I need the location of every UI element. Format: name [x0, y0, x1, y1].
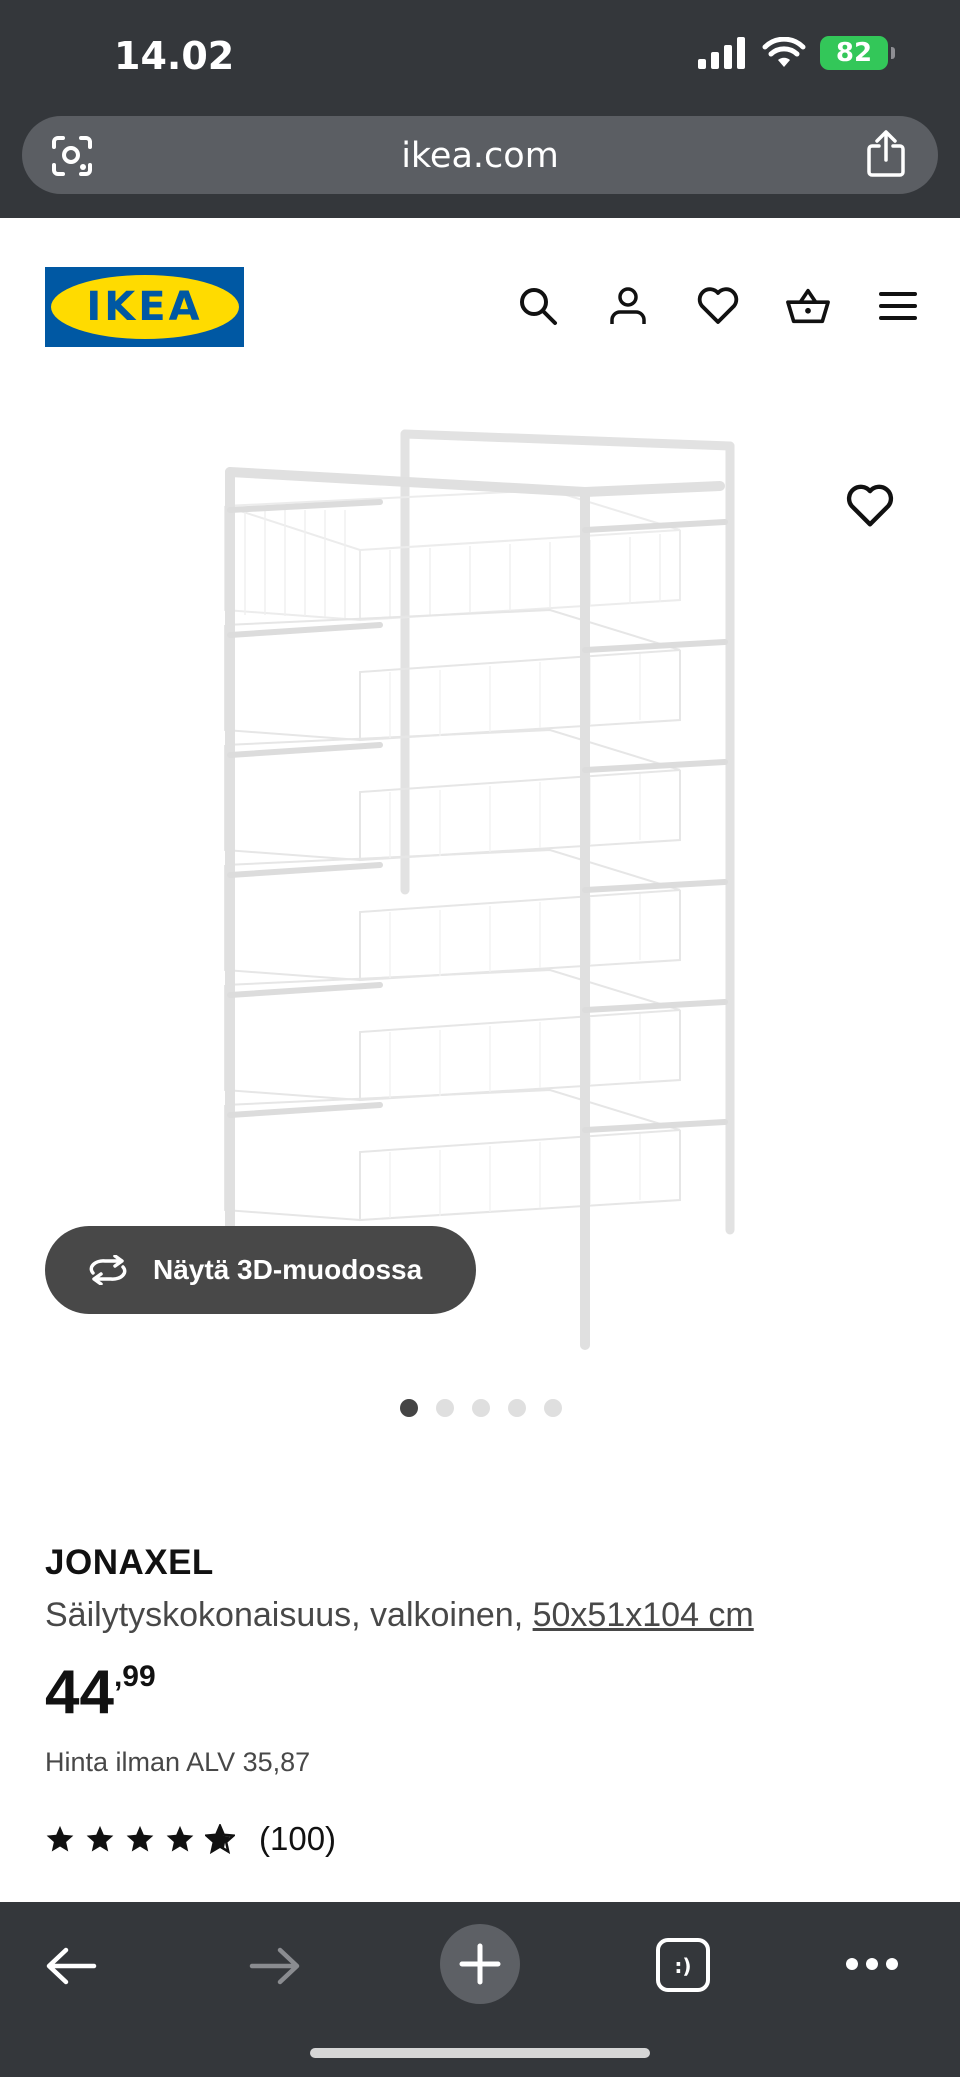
gallery-dot-5[interactable]: [544, 1399, 562, 1417]
status-time: 14.02: [114, 34, 235, 78]
gallery-dot-3[interactable]: [472, 1399, 490, 1417]
svg-text::): :): [674, 1954, 691, 1978]
profile-button[interactable]: [606, 284, 650, 328]
ikea-logo-text: IKEA: [86, 284, 203, 330]
url-bar[interactable]: ikea.com: [22, 116, 938, 194]
product-description-text: Säilytyskokonaisuus, valkoinen,: [45, 1596, 524, 1634]
browser-top-chrome: 14.02 82 ikea.com: [0, 0, 960, 218]
new-tab-button[interactable]: [440, 1924, 520, 2004]
plus-icon: [459, 1943, 501, 1985]
favourites-button[interactable]: [696, 284, 740, 328]
product-name: JONAXEL: [45, 1543, 214, 1582]
battery-indicator: 82: [820, 36, 895, 70]
url-text[interactable]: ikea.com: [22, 136, 938, 176]
heart-icon: [697, 287, 739, 324]
more-icon[interactable]: [844, 1956, 900, 1972]
view-3d-label: Näytä 3D-muodossa: [153, 1254, 423, 1285]
view-3d-button[interactable]: Näytä 3D-muodossa: [45, 1226, 476, 1314]
profile-icon: [610, 287, 646, 324]
menu-button[interactable]: [876, 284, 920, 328]
price-decimal: ,99: [113, 1660, 156, 1693]
browser-bottom-toolbar: :): [0, 1902, 960, 2077]
price-without-vat: Hinta ilman ALV 35,87: [45, 1747, 311, 1777]
star-icon: [166, 1825, 194, 1852]
star-icon: [126, 1825, 154, 1852]
product-description: Säilytyskokonaisuus, valkoinen, 50x51x10…: [45, 1596, 754, 1635]
header-icons: [516, 284, 920, 328]
back-icon[interactable]: [44, 1946, 98, 1986]
gallery-dot-4[interactable]: [508, 1399, 526, 1417]
menu-icon: [879, 292, 917, 320]
star-icon: [46, 1825, 74, 1852]
search-icon: [520, 288, 557, 325]
product-price: 44 ,99: [45, 1658, 156, 1727]
gallery-pagination: [0, 1399, 960, 1417]
star-icon: [86, 1825, 114, 1852]
rating-stars: [45, 1824, 235, 1854]
search-button[interactable]: [516, 284, 560, 328]
wifi-icon: [762, 37, 806, 67]
rating-count[interactable]: (100): [259, 1820, 336, 1858]
ikea-logo-oval: IKEA: [50, 275, 239, 339]
half-star-icon: [205, 1824, 235, 1854]
gallery-dot-2[interactable]: [436, 1399, 454, 1417]
gallery-dot-1[interactable]: [400, 1399, 418, 1417]
status-icons: 82: [698, 36, 895, 70]
cart-button[interactable]: [786, 284, 830, 328]
ikea-logo[interactable]: IKEA: [45, 267, 244, 347]
home-indicator: [310, 2048, 650, 2058]
battery-level: 82: [835, 38, 873, 68]
forward-icon[interactable]: [248, 1946, 302, 1986]
product-rating[interactable]: (100): [45, 1820, 336, 1858]
signal-icon: [698, 37, 745, 69]
cart-icon: [786, 288, 830, 324]
add-to-favourites-heart-icon[interactable]: [846, 482, 894, 530]
rotate-3d-icon: [89, 1255, 127, 1285]
tabs-icon[interactable]: :): [654, 1936, 712, 1994]
share-icon[interactable]: [866, 130, 906, 178]
price-integer: 44: [45, 1658, 114, 1727]
product-size-link[interactable]: 50x51x104 cm: [533, 1596, 754, 1634]
